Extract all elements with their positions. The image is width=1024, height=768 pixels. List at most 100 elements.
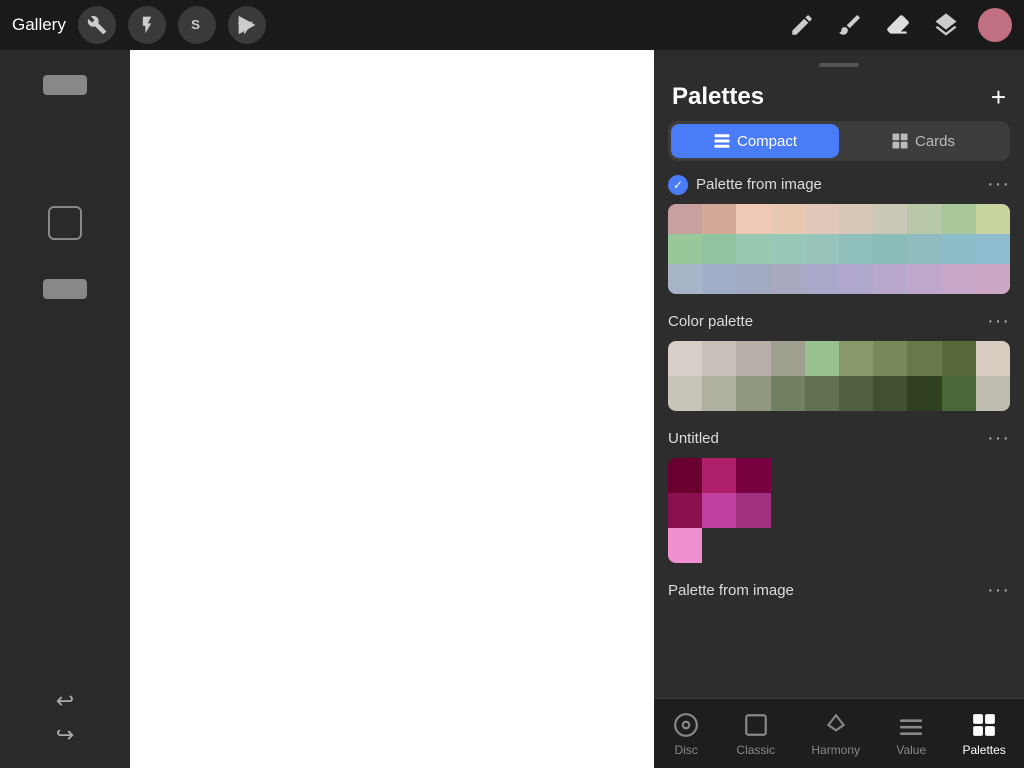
color-cell[interactable]: [942, 264, 976, 294]
pen-tool-button[interactable]: [786, 9, 818, 41]
color-cell[interactable]: [702, 376, 736, 411]
color-cell[interactable]: [771, 234, 805, 264]
palette-3-color-grid[interactable]: [668, 458, 1010, 563]
color-cell[interactable]: [839, 234, 873, 264]
layers-button[interactable]: [930, 9, 962, 41]
color-cell[interactable]: [805, 204, 839, 234]
nav-item-value[interactable]: Value: [884, 705, 938, 763]
eraser-tool-button[interactable]: [882, 9, 914, 41]
color-cell-empty: [839, 493, 873, 528]
color-cell[interactable]: [668, 493, 702, 528]
color-cell[interactable]: [702, 493, 736, 528]
value-icon: [898, 712, 924, 738]
color-cell[interactable]: [976, 234, 1010, 264]
color-cell[interactable]: [771, 376, 805, 411]
sidebar-rect-tool-2[interactable]: [40, 264, 90, 314]
color-cell[interactable]: [976, 376, 1010, 411]
color-cell[interactable]: [907, 204, 941, 234]
gallery-button[interactable]: Gallery: [12, 15, 66, 35]
panel-header: Palettes +: [654, 67, 1024, 121]
color-cell[interactable]: [839, 264, 873, 294]
color-cell[interactable]: [839, 376, 873, 411]
color-cell[interactable]: [702, 341, 736, 376]
color-cell[interactable]: [942, 376, 976, 411]
nav-item-classic[interactable]: Classic: [724, 705, 787, 763]
nav-item-palettes[interactable]: Palettes: [950, 705, 1017, 763]
color-cell[interactable]: [839, 204, 873, 234]
color-cell[interactable]: [873, 376, 907, 411]
s-tool-button[interactable]: S: [178, 6, 216, 44]
color-cell[interactable]: [702, 458, 736, 493]
color-cell[interactable]: [907, 264, 941, 294]
color-cell[interactable]: [736, 341, 770, 376]
color-cell[interactable]: [976, 341, 1010, 376]
color-cell[interactable]: [771, 204, 805, 234]
palette-1-row-1: [668, 204, 1010, 234]
sidebar-wide-rect-tool[interactable]: [40, 60, 90, 110]
color-cell[interactable]: [736, 264, 770, 294]
color-cell[interactable]: [805, 264, 839, 294]
color-cell[interactable]: [668, 341, 702, 376]
color-cell[interactable]: [736, 376, 770, 411]
color-cell[interactable]: [873, 341, 907, 376]
avatar[interactable]: [978, 8, 1012, 42]
color-cell[interactable]: [942, 341, 976, 376]
color-cell[interactable]: [839, 341, 873, 376]
arrow-tool-button[interactable]: [228, 6, 266, 44]
color-cell-empty: [907, 528, 941, 563]
color-cell[interactable]: [907, 341, 941, 376]
palette-3-more-button[interactable]: ···: [987, 427, 1010, 450]
color-cell[interactable]: [976, 204, 1010, 234]
canvas-area[interactable]: [130, 50, 654, 768]
color-cell[interactable]: [702, 204, 736, 234]
bottom-navigation: Disc Classic Harmony: [654, 698, 1024, 768]
color-cell[interactable]: [736, 234, 770, 264]
palette-1-more-button[interactable]: ···: [987, 173, 1010, 196]
color-cell[interactable]: [907, 234, 941, 264]
color-cell[interactable]: [805, 376, 839, 411]
undo-button[interactable]: ↩: [56, 688, 74, 714]
color-cell[interactable]: [942, 234, 976, 264]
color-cell[interactable]: [771, 264, 805, 294]
sidebar-square-tool[interactable]: [40, 198, 90, 248]
add-palette-button[interactable]: +: [991, 84, 1006, 110]
color-cell[interactable]: [907, 376, 941, 411]
color-cell[interactable]: [942, 204, 976, 234]
paintbrush-icon: [837, 12, 863, 38]
color-cell[interactable]: [702, 264, 736, 294]
color-cell[interactable]: [873, 204, 907, 234]
color-cell[interactable]: [668, 204, 702, 234]
color-cell[interactable]: [736, 493, 770, 528]
palette-2-name: Color palette: [668, 313, 753, 330]
color-cell[interactable]: [771, 341, 805, 376]
color-cell[interactable]: [702, 234, 736, 264]
color-cell[interactable]: [668, 528, 702, 563]
palette-1-color-grid[interactable]: [668, 204, 1010, 294]
paintbrush-tool-button[interactable]: [834, 9, 866, 41]
lightning-tool-button[interactable]: [128, 6, 166, 44]
cards-tab[interactable]: Cards: [839, 124, 1007, 158]
color-cell[interactable]: [976, 264, 1010, 294]
color-cell-empty: [976, 458, 1010, 493]
color-cell[interactable]: [873, 264, 907, 294]
cards-tab-icon: [891, 132, 909, 150]
color-cell[interactable]: [736, 458, 770, 493]
redo-button[interactable]: ↪: [56, 722, 74, 748]
color-cell[interactable]: [668, 264, 702, 294]
color-cell[interactable]: [873, 234, 907, 264]
compact-tab-icon: [713, 132, 731, 150]
color-cell[interactable]: [805, 234, 839, 264]
wrench-tool-button[interactable]: [78, 6, 116, 44]
color-cell[interactable]: [736, 204, 770, 234]
color-cell[interactable]: [668, 458, 702, 493]
color-cell[interactable]: [805, 341, 839, 376]
color-cell[interactable]: [668, 376, 702, 411]
palette-2-more-button[interactable]: ···: [987, 310, 1010, 333]
color-cell[interactable]: [668, 234, 702, 264]
palette-2-color-grid[interactable]: [668, 341, 1010, 411]
color-cell-empty: [976, 528, 1010, 563]
compact-tab[interactable]: Compact: [671, 124, 839, 158]
palette-4-more-button[interactable]: ···: [987, 579, 1010, 602]
nav-item-harmony[interactable]: Harmony: [799, 705, 872, 763]
nav-item-disc[interactable]: Disc: [660, 705, 712, 763]
